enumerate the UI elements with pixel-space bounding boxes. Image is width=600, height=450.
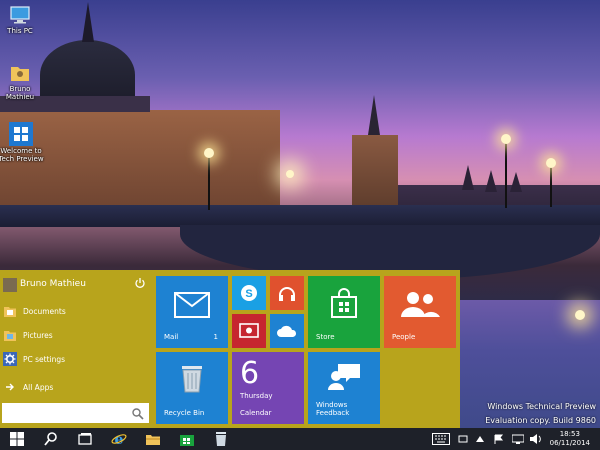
- headphones-icon: [277, 283, 297, 305]
- tile-onedrive[interactable]: [270, 314, 304, 348]
- search-icon[interactable]: [131, 406, 145, 420]
- distant-spire-3: [510, 172, 522, 192]
- people-icon: [400, 290, 440, 320]
- bridge-deck: [0, 205, 600, 227]
- task-view-button[interactable]: [68, 428, 102, 450]
- desktop-icon-label: Bruno Mathieu: [5, 85, 35, 101]
- desktop-icon-label: Welcome to Tech Preview: [0, 147, 44, 163]
- sun-glow: [286, 170, 294, 178]
- svg-text:e: e: [115, 432, 124, 447]
- tile-label: Mail: [164, 333, 179, 341]
- taskbar-clock[interactable]: 18:53 06/11/2014: [550, 430, 590, 448]
- distant-spire-2: [485, 170, 497, 192]
- clock-date: 06/11/2014: [549, 439, 590, 447]
- tray-overflow-icon[interactable]: [458, 428, 470, 450]
- calendar-weekday: Thursday: [240, 392, 273, 400]
- street-lamp-3: [546, 158, 556, 168]
- watermark-line2: Evaluation copy. Build 9860: [485, 416, 596, 425]
- avatar: [3, 278, 17, 292]
- menu-item-label: Documents: [23, 307, 66, 316]
- svg-text:S: S: [245, 288, 252, 300]
- menu-item-pc-settings[interactable]: PC settings: [0, 350, 152, 370]
- taskbar-store[interactable]: [170, 428, 204, 450]
- this-pc-icon: [9, 4, 31, 26]
- lamp-pole-2: [505, 140, 507, 208]
- clock-time: 18:53: [559, 430, 580, 438]
- tile-label: Calendar: [240, 409, 272, 417]
- skype-icon: S: [239, 283, 259, 305]
- taskbar-search-button[interactable]: [34, 428, 68, 450]
- tile-skype[interactable]: S: [232, 276, 266, 310]
- arrow-right-icon: [3, 380, 17, 394]
- calendar-day-number: 6: [240, 356, 260, 391]
- dome-spire: [82, 2, 94, 42]
- desktop-icon-user-folder[interactable]: Bruno Mathieu: [0, 62, 42, 101]
- lamp-pole-3: [550, 165, 552, 207]
- network-icon[interactable]: [512, 428, 524, 450]
- pictures-folder-icon: [3, 328, 17, 342]
- user-name: Bruno Mathieu: [20, 279, 86, 289]
- user-account[interactable]: Bruno Mathieu: [0, 276, 152, 294]
- tile-label: Recycle Bin: [164, 409, 205, 417]
- cloud-icon: [276, 324, 298, 340]
- desktop-icon-welcome[interactable]: Welcome to Tech Preview: [0, 122, 44, 163]
- taskbar-file-explorer[interactable]: [136, 428, 170, 450]
- menu-item-documents[interactable]: Documents: [0, 302, 152, 322]
- video-icon: [239, 323, 259, 341]
- watermark-line1: Windows Technical Preview: [487, 402, 596, 411]
- taskbar-internet-explorer[interactable]: e: [102, 428, 136, 450]
- all-apps-button[interactable]: All Apps: [0, 378, 152, 398]
- tower: [352, 135, 398, 215]
- tile-recycle-bin[interactable]: Recycle Bin: [156, 352, 228, 424]
- tile-store[interactable]: Store: [308, 276, 380, 348]
- power-icon[interactable]: [134, 277, 146, 289]
- user-folder-icon: [9, 62, 31, 84]
- tile-calendar[interactable]: 6 Thursday Calendar: [232, 352, 304, 424]
- taskbar: e 18:53 06/11/2014: [0, 428, 600, 450]
- volume-icon[interactable]: [530, 428, 542, 450]
- menu-item-label: Pictures: [23, 331, 53, 340]
- start-button[interactable]: [0, 428, 34, 450]
- shopping-bag-icon: [328, 288, 360, 322]
- recycle-bin-icon: [180, 364, 204, 396]
- keyboard-icon[interactable]: [432, 428, 450, 450]
- street-lamp-2: [501, 134, 511, 144]
- tile-windows-feedback[interactable]: Windows Feedback: [308, 352, 380, 424]
- mail-badge: 1: [213, 333, 218, 341]
- start-menu: Bruno Mathieu Documents Pictures PC sett…: [0, 270, 460, 428]
- taskbar-recycle-bin[interactable]: [204, 428, 238, 450]
- feedback-icon: [326, 362, 362, 392]
- welcome-tech-preview-icon: [9, 122, 33, 146]
- tower-spire: [368, 95, 380, 135]
- mail-icon: [174, 292, 210, 320]
- desktop-icon-label: This PC: [7, 27, 33, 35]
- lamp-pole-1: [208, 155, 210, 210]
- gear-icon: [3, 352, 17, 366]
- tile-music[interactable]: [270, 276, 304, 310]
- start-menu-left-pane: Bruno Mathieu Documents Pictures PC sett…: [0, 270, 152, 428]
- tile-label: Store: [316, 333, 335, 341]
- tile-label: People: [392, 333, 416, 341]
- documents-folder-icon: [3, 304, 17, 318]
- tile-people[interactable]: People: [384, 276, 456, 348]
- all-apps-label: All Apps: [23, 383, 54, 392]
- search-input[interactable]: [2, 403, 149, 423]
- action-center-flag-icon[interactable]: [494, 428, 506, 450]
- tile-video[interactable]: [232, 314, 266, 348]
- chevron-up-icon[interactable]: [476, 428, 486, 450]
- distant-spire-1: [462, 165, 474, 190]
- tile-label: Windows Feedback: [316, 401, 350, 417]
- menu-item-pictures[interactable]: Pictures: [0, 326, 152, 346]
- street-lamp-1: [204, 148, 214, 158]
- desktop-icon-this-pc[interactable]: This PC: [0, 4, 42, 35]
- far-lamp-1: [575, 310, 585, 320]
- tile-mail[interactable]: Mail 1: [156, 276, 228, 348]
- menu-item-label: PC settings: [23, 355, 66, 364]
